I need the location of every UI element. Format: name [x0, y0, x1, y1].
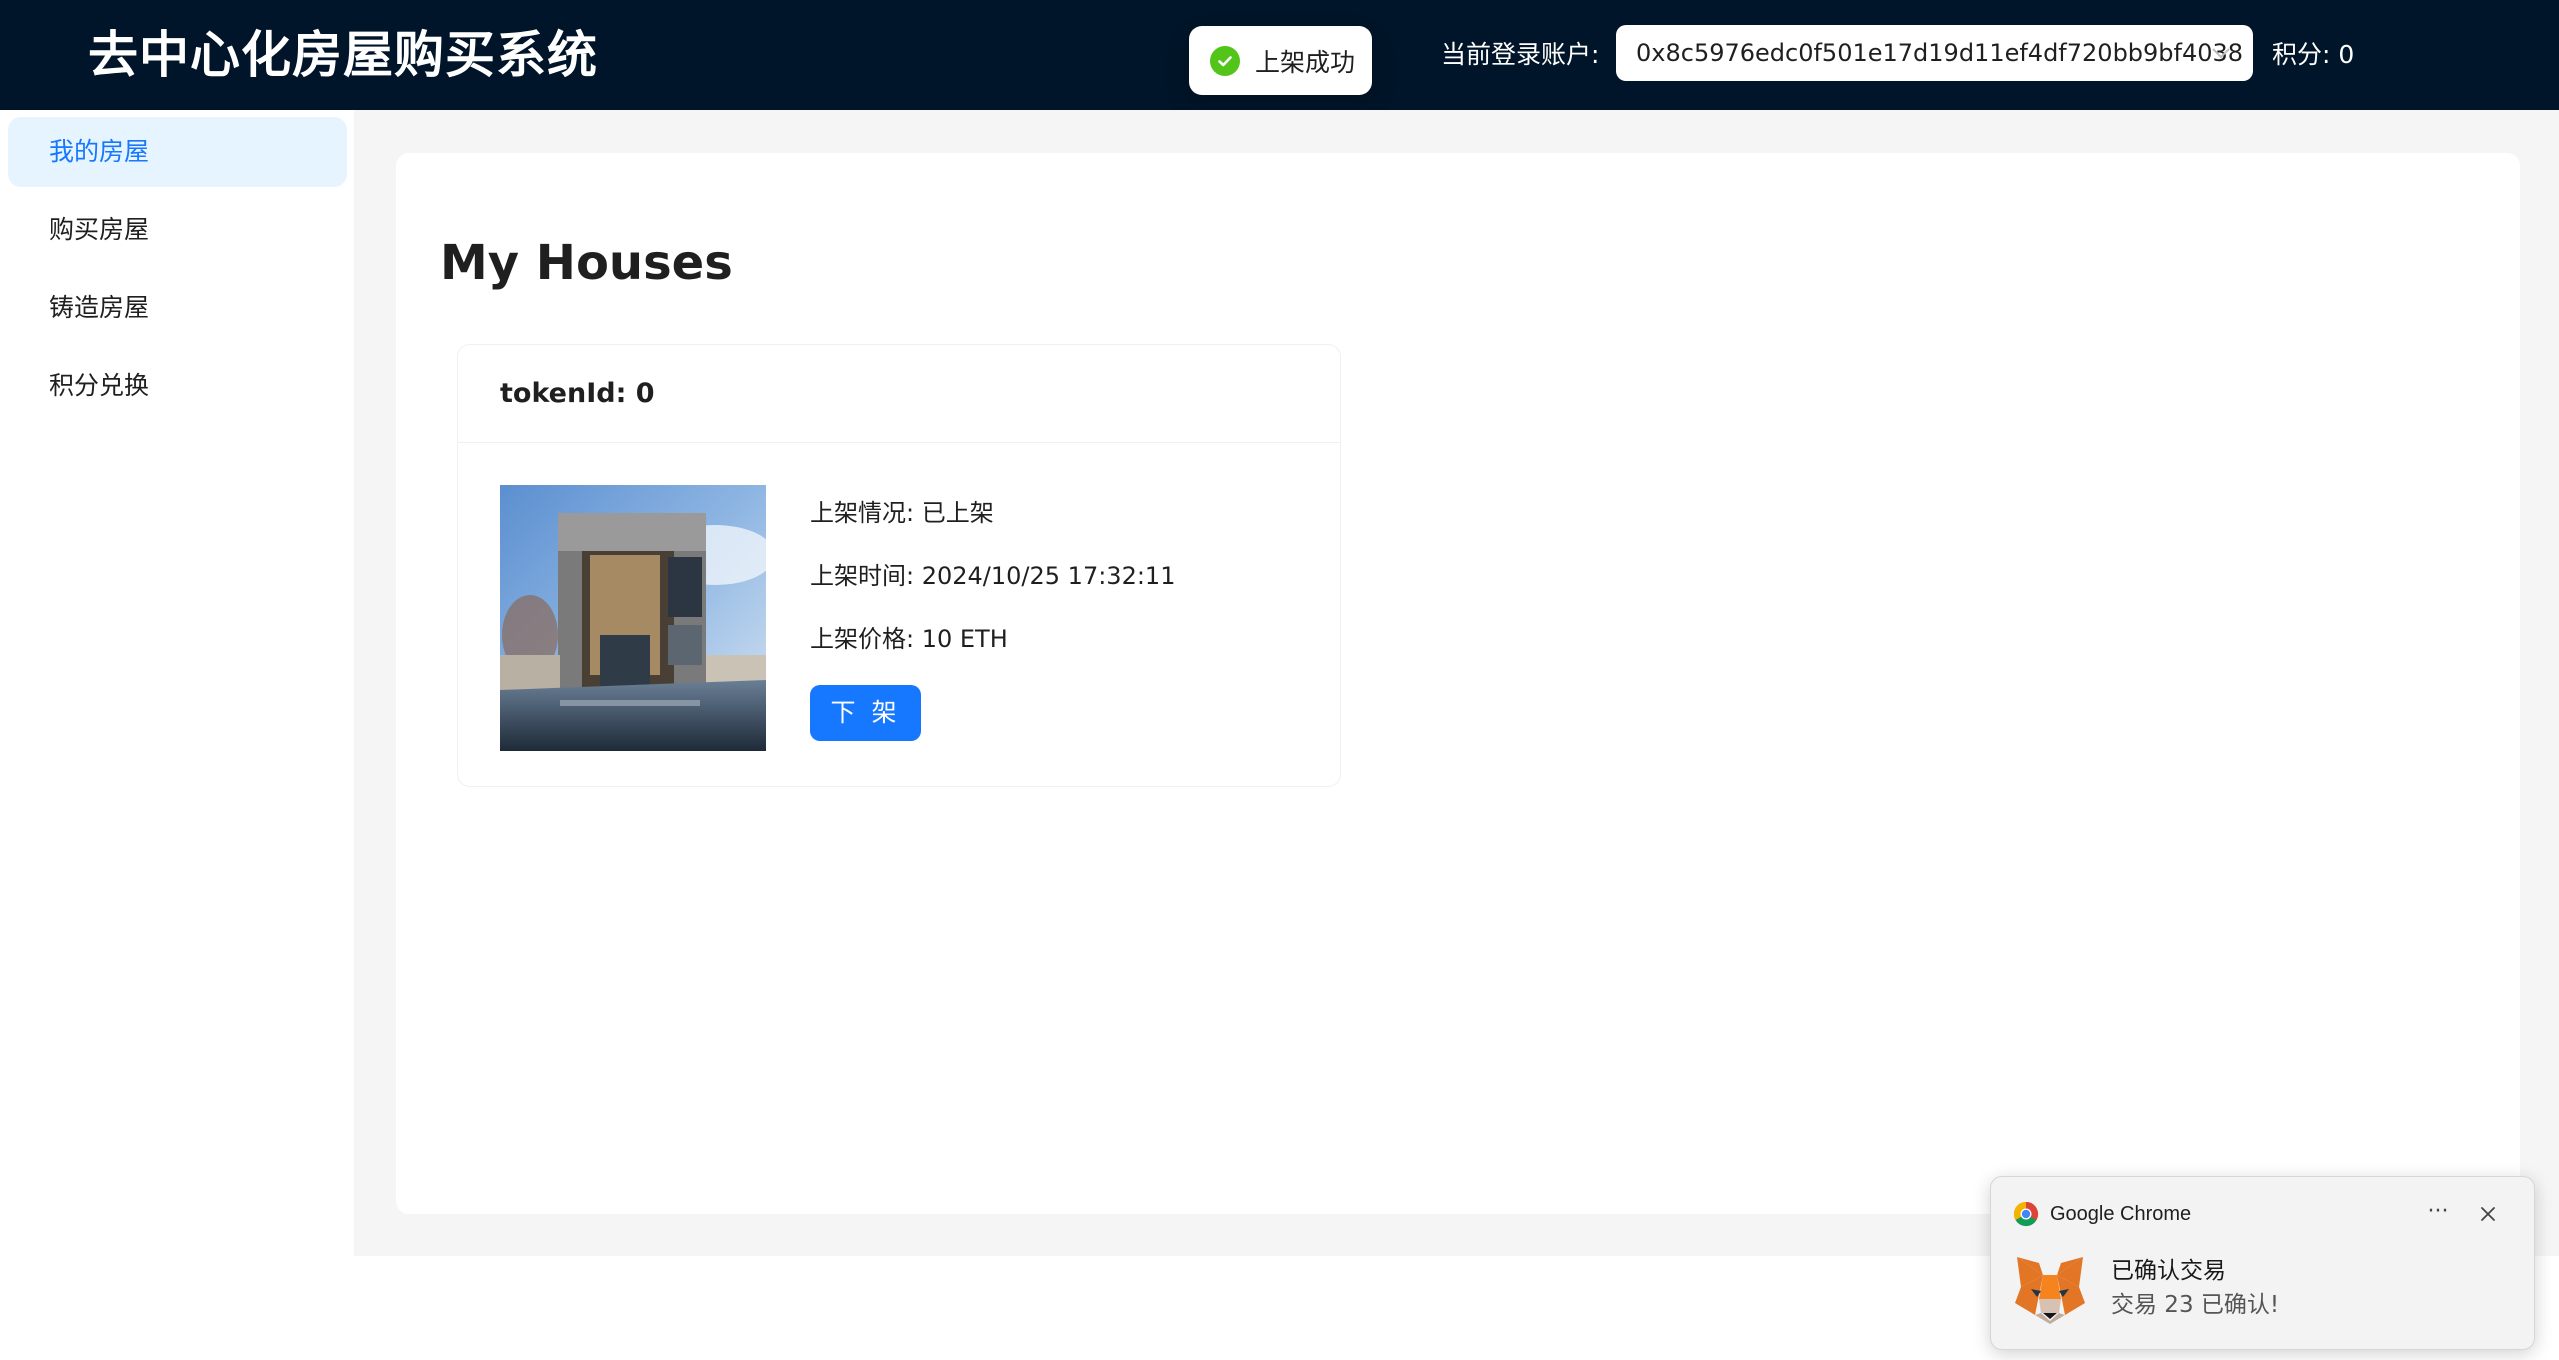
notification-body: 交易 23 已确认! [2111, 1292, 2280, 1318]
listing-time: 上架时间: 2024/10/25 17:32:11 [810, 562, 1176, 590]
sidebar-item-points-exchange[interactable]: 积分兑换 [8, 351, 347, 421]
chrome-notification[interactable]: Google Chrome ··· 已确认交易 交易 23 已确认! [1990, 1176, 2535, 1350]
card-title: tokenId: 0 [500, 378, 655, 409]
page-title: My Houses [440, 235, 733, 291]
house-image [500, 485, 766, 751]
sidebar-item-my-houses[interactable]: 我的房屋 [8, 117, 347, 187]
app-title: 去中心化房屋购买系统 [88, 26, 598, 84]
account-select[interactable]: 0x8c5976edc0f501e17d19d11ef4df720bb9bf40… [1616, 25, 2253, 81]
account-value: 0x8c5976edc0f501e17d19d11ef4df720bb9bf40… [1636, 39, 2244, 67]
close-icon[interactable] [2475, 1201, 2501, 1227]
more-horizontal-icon[interactable]: ··· [2423, 1197, 2453, 1231]
check-circle-icon [1210, 45, 1240, 76]
chrome-icon [2013, 1202, 2039, 1227]
notification-title: 已确认交易 [2111, 1258, 2226, 1284]
top-header: 去中心化房屋购买系统 上架成功 当前登录账户: 0x8c5976edc0f501… [0, 0, 2559, 110]
sidebar-item-mint-houses[interactable]: 铸造房屋 [8, 273, 347, 343]
listing-status: 上架情况: 已上架 [810, 499, 994, 527]
toast-message: 上架成功 [1255, 47, 1356, 77]
house-card: tokenId: 0 上架情况: 已上架 上架时间: 2024/10/25 17… [457, 344, 1341, 787]
sidebar: 我的房屋 购买房屋 铸造房屋 积分兑换 [0, 110, 354, 1360]
account-label: 当前登录账户: [1441, 40, 1600, 69]
chevron-down-icon [2212, 48, 2230, 59]
listing-price: 上架价格: 10 ETH [810, 625, 1008, 653]
metamask-fox-icon [2015, 1257, 2085, 1324]
notification-app-name: Google Chrome [2050, 1203, 2192, 1225]
card-header: tokenId: 0 [458, 345, 1340, 443]
points-display: 积分: 0 [2272, 40, 2355, 69]
delist-button[interactable]: 下 架 [810, 685, 921, 741]
success-toast: 上架成功 [1189, 26, 1372, 95]
sidebar-item-buy-houses[interactable]: 购买房屋 [8, 195, 347, 265]
